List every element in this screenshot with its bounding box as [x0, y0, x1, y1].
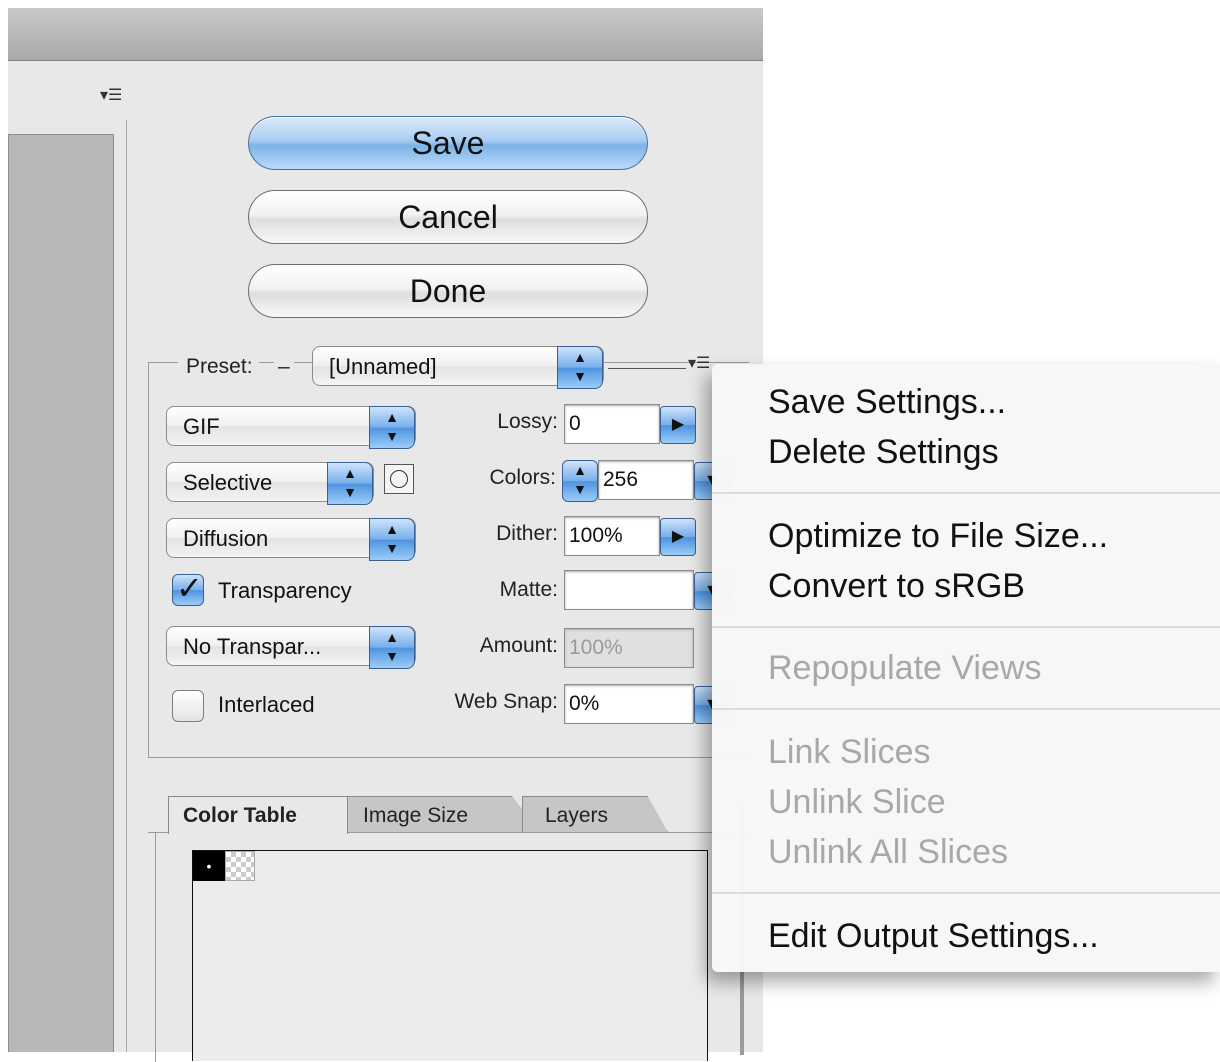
transparency-dither-select[interactable]: No Transpar... ▲ ▼ [166, 626, 416, 669]
image-preview-area [8, 134, 114, 1052]
menu-item-optimize-file-size[interactable]: Optimize to File Size... [768, 514, 1108, 558]
circle-icon [390, 470, 408, 488]
lossy-label: Lossy: [497, 410, 558, 433]
dither-field[interactable]: 100% [564, 516, 660, 556]
cancel-button[interactable]: Cancel [248, 190, 648, 244]
amount-field: 100% [564, 628, 694, 668]
transparency-dither-value: No Transpar... [183, 634, 322, 659]
menu-separator [712, 626, 1220, 628]
right-arrow-icon: ▶ [671, 416, 685, 433]
tab-image-size[interactable]: Image Size [340, 796, 540, 832]
websnap-label: Web Snap: [454, 690, 558, 713]
optimize-context-menu: Save Settings... Delete Settings Optimiz… [712, 364, 1220, 972]
preset-select-value: [Unnamed] [329, 354, 437, 379]
menu-item-edit-output-settings[interactable]: Edit Output Settings... [768, 914, 1099, 958]
websnap-field[interactable]: 0% [564, 684, 694, 724]
colors-stepper[interactable]: ▲ ▼ [562, 460, 598, 502]
preset-divider-line [608, 368, 686, 369]
updown-arrows-icon: ▲ ▼ [369, 518, 415, 561]
transparency-checkbox[interactable]: ✓ [172, 570, 204, 606]
updown-arrows-icon: ▲ ▼ [327, 462, 373, 505]
lossy-field[interactable]: 0 [564, 404, 660, 444]
menu-item-link-slices: Link Slices [768, 733, 931, 771]
color-swatch-transparent[interactable] [225, 851, 255, 881]
color-table-area: • [192, 850, 708, 1061]
updown-arrows-icon: ▲ ▼ [369, 406, 415, 449]
preset-label: Preset: [178, 355, 259, 379]
dither-label: Dither: [496, 522, 558, 545]
dither-slider-button[interactable]: ▶ [660, 518, 696, 556]
interlaced-label: Interlaced [218, 692, 315, 717]
tab-color-table[interactable]: Color Table [168, 796, 348, 834]
tab-layers[interactable]: Layers [522, 796, 668, 832]
preset-select[interactable]: [Unnamed] ▲ ▼ [312, 346, 604, 389]
file-format-select[interactable]: GIF ▲ ▼ [166, 406, 416, 449]
menu-item-delete-settings[interactable]: Delete Settings [768, 430, 999, 474]
updown-arrows-icon: ▲ ▼ [573, 462, 587, 497]
optimize-menu-icon[interactable]: ▾☰ [688, 356, 710, 372]
dither-algorithm-select[interactable]: Diffusion ▲ ▼ [166, 518, 416, 561]
menu-separator [712, 892, 1220, 894]
menu-item-repopulate-views: Repopulate Views [768, 649, 1042, 687]
transparency-label: Transparency [218, 578, 352, 603]
matte-field[interactable] [564, 570, 694, 610]
updown-arrows-icon: ▲ ▼ [557, 346, 603, 389]
panel-menu-icon[interactable]: ▾☰ [100, 88, 122, 104]
lossy-slider-button[interactable]: ▶ [660, 406, 696, 444]
menu-separator [712, 708, 1220, 710]
amount-label: Amount: [479, 634, 558, 657]
title-bar [8, 8, 763, 61]
color-reduction-circle-toggle[interactable] [384, 464, 414, 494]
color-reduction-value: Selective [183, 470, 273, 495]
menu-item-unlink-all-slices: Unlink All Slices [768, 833, 1008, 871]
colors-label: Colors: [489, 466, 556, 489]
interlaced-checkbox[interactable] [172, 690, 204, 722]
colors-field[interactable]: 256 [598, 460, 694, 500]
checkmark-icon: ✓ [176, 570, 203, 606]
menu-item-unlink-slice: Unlink Slice [768, 783, 946, 821]
updown-arrows-icon: ▲ ▼ [369, 626, 415, 669]
color-reduction-select[interactable]: Selective ▲ ▼ [166, 462, 374, 505]
matte-label: Matte: [499, 578, 558, 601]
done-button[interactable]: Done [248, 264, 648, 318]
save-button[interactable]: Save [248, 116, 648, 170]
preset-dash: – [274, 355, 294, 379]
color-swatch-black[interactable]: • [193, 851, 225, 881]
menu-separator [712, 492, 1220, 494]
menu-item-save-settings[interactable]: Save Settings... [768, 380, 1006, 424]
file-format-value: GIF [183, 414, 220, 439]
right-arrow-icon: ▶ [671, 528, 685, 545]
dither-algorithm-value: Diffusion [183, 526, 269, 551]
menu-item-convert-srgb[interactable]: Convert to sRGB [768, 564, 1025, 608]
